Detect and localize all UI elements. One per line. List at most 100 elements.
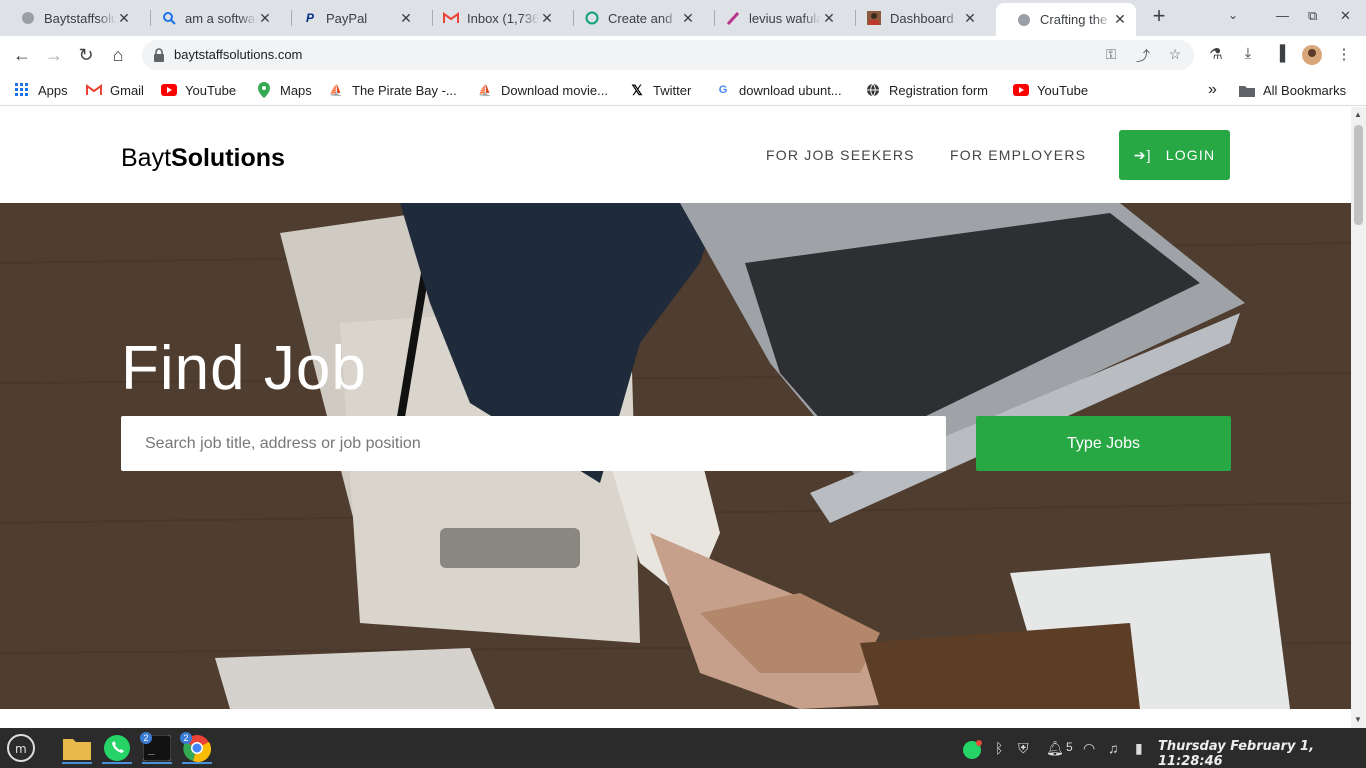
tab-search[interactable]: am a software ✕ bbox=[141, 3, 281, 33]
bookmark-gmail[interactable]: Gmail bbox=[86, 81, 144, 99]
share-icon[interactable]: ⤴ bbox=[1134, 46, 1152, 64]
os-taskbar: m _ 2 2 ᛒ ⛨ 🔔︎ 5 ◠ ♫ ▮ Thursday February… bbox=[0, 728, 1366, 768]
globe-gray-icon bbox=[1016, 12, 1032, 28]
chrome-badge: 2 bbox=[180, 732, 192, 744]
labs-flask-icon[interactable]: ⚗ bbox=[1206, 45, 1226, 65]
bookmark-label: Download movie... bbox=[501, 82, 608, 98]
nav-for-employers[interactable]: FOR EMPLOYERS bbox=[950, 147, 1086, 163]
bookmark-apps[interactable]: Apps bbox=[14, 81, 68, 99]
files-folder-icon[interactable] bbox=[60, 732, 94, 764]
tab-title: Baytstaffsolutions bbox=[44, 10, 116, 26]
reload-icon[interactable]: ↻ bbox=[75, 44, 97, 66]
tab-paypal[interactable]: P PayPal ✕ bbox=[282, 3, 422, 33]
clock[interactable]: Thursday February 1, 11:28:46 bbox=[1158, 739, 1366, 768]
tab-dashboard[interactable]: Dashboard ✕ bbox=[846, 3, 986, 33]
globe-gray-icon bbox=[20, 10, 36, 26]
whatsapp-icon[interactable] bbox=[100, 732, 134, 764]
all-bookmarks-button[interactable]: All Bookmarks bbox=[1239, 81, 1346, 99]
battery-icon[interactable]: ▮ bbox=[1135, 740, 1143, 757]
tab-title: Crafting the bbox=[1040, 12, 1108, 27]
chatgpt-icon bbox=[584, 10, 600, 26]
profile-avatar[interactable] bbox=[1302, 45, 1322, 65]
download-icon[interactable]: ⤓ bbox=[1238, 45, 1258, 65]
folder-icon bbox=[1239, 82, 1255, 98]
menu-kebab-icon[interactable]: ⋮ bbox=[1334, 45, 1354, 65]
login-label: LOGIN bbox=[1165, 147, 1216, 163]
restore-icon[interactable]: ⧉ bbox=[1308, 8, 1317, 24]
avatar-icon bbox=[866, 10, 882, 26]
wifi-icon[interactable]: ◠ bbox=[1083, 740, 1095, 757]
bookmark-label: Twitter bbox=[653, 82, 692, 98]
lock-icon bbox=[154, 48, 164, 62]
home-icon[interactable]: ⌂ bbox=[107, 44, 129, 66]
whatsapp-tray-icon[interactable] bbox=[962, 740, 982, 763]
close-icon[interactable]: ✕ bbox=[398, 10, 414, 26]
all-bookmarks-label: All Bookmarks bbox=[1263, 82, 1347, 98]
close-icon[interactable]: ✕ bbox=[257, 10, 273, 26]
hero-section: Find Job Type Jobs bbox=[0, 203, 1351, 709]
scroll-up-arrow-icon[interactable]: ▲ bbox=[1354, 110, 1362, 119]
x-icon: 𝕏 bbox=[631, 81, 643, 98]
tab-title: Dashboard bbox=[890, 10, 954, 26]
minimize-icon[interactable]: — bbox=[1276, 8, 1289, 23]
shield-icon[interactable]: ⛨ bbox=[1018, 740, 1029, 757]
bookmark-twitter[interactable]: 𝕏 Twitter bbox=[629, 81, 691, 99]
notification-count: 5 bbox=[1066, 740, 1073, 754]
bluetooth-icon[interactable]: ᛒ bbox=[995, 740, 1003, 756]
mint-menu-icon[interactable]: m bbox=[4, 732, 38, 764]
feather-icon bbox=[725, 10, 741, 26]
side-panel-icon[interactable]: ▐ bbox=[1270, 45, 1290, 65]
star-icon[interactable]: ☆ bbox=[1166, 46, 1184, 64]
chrome-icon[interactable]: 2 bbox=[180, 732, 214, 764]
terminal-badge: 2 bbox=[140, 732, 152, 744]
bookmark-label: Gmail bbox=[110, 82, 144, 98]
bookmark-youtube[interactable]: YouTube bbox=[161, 81, 236, 99]
bookmark-download-ubuntu[interactable]: G download ubunt... bbox=[715, 81, 842, 99]
close-window-icon[interactable]: ✕ bbox=[1340, 8, 1351, 24]
site-logo[interactable]: BaytSolutions bbox=[121, 144, 285, 173]
tab-baytstaffsolutions[interactable]: Baytstaffsolutions ✕ bbox=[0, 3, 140, 33]
globe-icon bbox=[865, 82, 881, 98]
close-icon[interactable]: ✕ bbox=[680, 10, 696, 26]
job-search-input[interactable] bbox=[121, 416, 946, 471]
tab-chatgpt[interactable]: Create and ✕ bbox=[564, 3, 704, 33]
scrollbar-thumb[interactable] bbox=[1354, 125, 1363, 225]
bookmark-download-movie[interactable]: ⛵ Download movie... bbox=[477, 81, 608, 99]
pirate-ship-icon: ⛵ bbox=[478, 84, 492, 97]
bookmark-maps[interactable]: Maps bbox=[256, 81, 312, 99]
type-jobs-button[interactable]: Type Jobs bbox=[976, 416, 1231, 471]
bookmark-registration-form[interactable]: Registration form bbox=[865, 81, 988, 99]
page-scrollbar[interactable]: ▲ ▼ bbox=[1351, 107, 1366, 728]
notifications-bell-icon[interactable]: 🔔︎ bbox=[1046, 740, 1064, 757]
tab-search-chevron-icon[interactable]: ⌄ bbox=[1228, 8, 1238, 22]
bookmark-youtube-2[interactable]: YouTube bbox=[1013, 81, 1088, 99]
close-icon[interactable]: ✕ bbox=[116, 10, 132, 26]
nav-for-job-seekers[interactable]: FOR JOB SEEKERS bbox=[766, 147, 915, 163]
forward-arrow-icon[interactable]: → bbox=[43, 44, 65, 66]
browser-toolbar: ← → ↻ ⌂ baytstaffsolutions.com ⚿ ⤴ ☆ bbox=[0, 36, 1366, 74]
login-button[interactable]: ➔] LOGIN bbox=[1119, 130, 1230, 180]
bookmarks-overflow-button[interactable]: » bbox=[1208, 81, 1217, 99]
new-tab-button[interactable]: + bbox=[1148, 5, 1170, 28]
tab-crafting-active[interactable]: Crafting the ✕ bbox=[996, 3, 1136, 36]
paypal-icon: P bbox=[305, 11, 314, 25]
bookmarks-bar: Apps Gmail YouTube Maps ⛵ The Pirate Bay… bbox=[0, 74, 1366, 106]
scroll-down-arrow-icon[interactable]: ▼ bbox=[1354, 715, 1362, 724]
site-header: BaytSolutions FOR JOB SEEKERS FOR EMPLOY… bbox=[0, 107, 1351, 203]
terminal-icon[interactable]: _ 2 bbox=[140, 732, 174, 764]
address-bar[interactable]: baytstaffsolutions.com ⚿ ⤴ ☆ bbox=[142, 40, 1194, 70]
close-icon[interactable]: ✕ bbox=[539, 10, 555, 26]
tab-gmail-inbox[interactable]: Inbox (1,736) ✕ bbox=[423, 3, 563, 33]
gmail-icon bbox=[443, 10, 459, 26]
close-icon[interactable]: ✕ bbox=[962, 10, 978, 26]
close-icon[interactable]: ✕ bbox=[821, 10, 837, 26]
tab-levius[interactable]: levius wafula ✕ bbox=[705, 3, 845, 33]
music-note-icon[interactable]: ♫ bbox=[1108, 740, 1119, 756]
close-icon[interactable]: ✕ bbox=[1112, 11, 1128, 28]
back-arrow-icon[interactable]: ← bbox=[11, 44, 33, 66]
maps-icon bbox=[256, 82, 272, 98]
key-icon[interactable]: ⚿ bbox=[1102, 46, 1120, 64]
gmail-icon bbox=[86, 82, 102, 98]
bookmark-pirate-bay[interactable]: ⛵ The Pirate Bay -... bbox=[328, 81, 457, 99]
apps-grid-icon bbox=[14, 82, 30, 98]
